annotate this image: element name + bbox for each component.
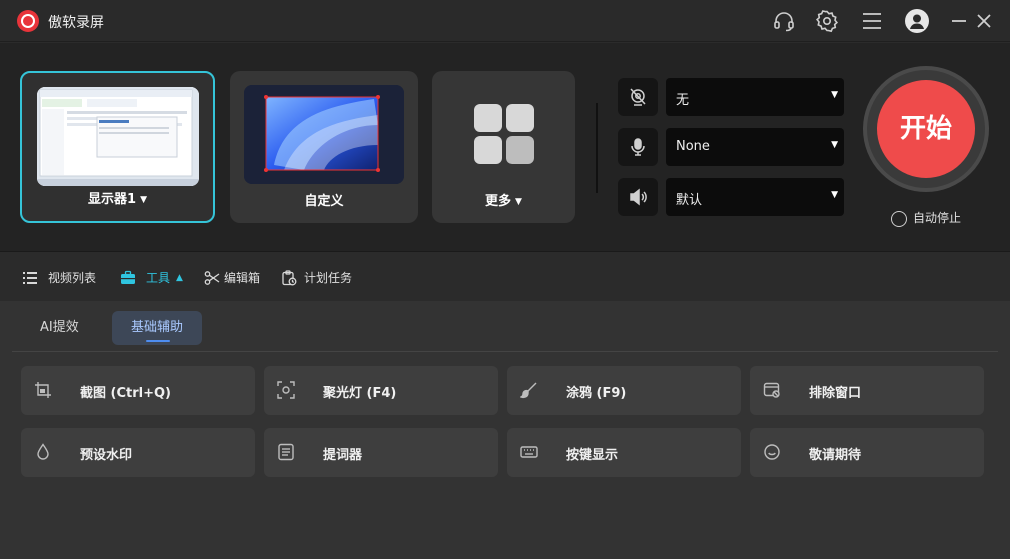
tab-basic-assist[interactable]: 基础辅助 <box>112 311 203 345</box>
speaker-select[interactable]: 默认 ▼ <box>666 178 844 216</box>
camera-select-value: 无 <box>676 93 690 108</box>
watermark-drop-icon <box>37 443 49 460</box>
scissors-icon <box>204 271 220 285</box>
caret-up-icon: ▲ <box>176 273 183 283</box>
function-nav: 视频列表 工具 ▲ 编辑箱 计划任务 <box>0 253 1010 301</box>
toolbox-icon <box>121 270 135 284</box>
minimize-icon[interactable] <box>947 9 971 33</box>
doodle-button[interactable]: 涂鸦 (F9) <box>507 366 741 415</box>
more-modes-card[interactable]: 更多 ▼ <box>432 71 575 223</box>
user-avatar-icon[interactable] <box>905 9 929 33</box>
nav-video-list[interactable]: 视频列表 <box>22 269 112 287</box>
tools-panel: AI提效 基础辅助 截图 (Ctrl+Q) 聚光灯 (F4) 涂鸦 (F9) 排… <box>0 301 1010 559</box>
start-record-button[interactable]: 开始 <box>877 80 975 178</box>
active-tab-underline <box>146 340 170 342</box>
microphone-select[interactable]: None ▼ <box>666 128 844 166</box>
dropdown-caret-icon[interactable]: ▼ <box>515 197 522 207</box>
title-bar: 傲软录屏 <box>0 0 1010 42</box>
dropdown-arrow-icon: ▼ <box>831 140 838 150</box>
key-display-button[interactable]: 按键显示 <box>507 428 741 477</box>
spotlight-icon <box>277 381 295 399</box>
dropdown-arrow-icon: ▼ <box>831 190 838 200</box>
list-icon <box>23 272 37 284</box>
divider <box>12 351 998 352</box>
auto-stop-radio[interactable] <box>891 210 907 227</box>
dropdown-caret-icon[interactable]: ▼ <box>140 195 147 205</box>
microphone-select-value: None <box>676 139 710 154</box>
custom-area-thumbnail <box>244 85 404 184</box>
spotlight-button[interactable]: 聚光灯 (F4) <box>264 366 498 415</box>
screenshot-button[interactable]: 截图 (Ctrl+Q) <box>21 366 255 415</box>
more-grid-icon <box>474 104 534 164</box>
auto-stop-option[interactable]: 自动停止 <box>891 209 961 227</box>
dropdown-arrow-icon: ▼ <box>831 90 838 100</box>
exclude-window-icon <box>763 382 780 398</box>
start-button-ring: 开始 <box>863 66 989 192</box>
auto-stop-label: 自动停止 <box>913 211 962 225</box>
teleprompter-icon <box>278 443 294 461</box>
custom-area-card[interactable]: 自定义 <box>230 71 418 223</box>
display-mode-label: 显示器1 ▼ <box>88 192 147 207</box>
custom-area-label: 自定义 <box>304 194 344 209</box>
display-thumbnail <box>37 87 199 186</box>
preset-watermark-button[interactable]: 预设水印 <box>21 428 255 477</box>
microphone-icon[interactable] <box>618 128 658 166</box>
nav-schedule[interactable]: 计划任务 <box>281 269 361 287</box>
more-modes-label: 更多 ▼ <box>485 194 522 209</box>
close-icon[interactable] <box>972 9 996 33</box>
teleprompter-button[interactable]: 提词器 <box>264 428 498 477</box>
camera-off-icon[interactable] <box>618 78 658 116</box>
coming-soon-button[interactable]: 敬请期待 <box>750 428 984 477</box>
speaker-icon[interactable] <box>618 178 658 216</box>
speaker-select-value: 默认 <box>676 193 703 208</box>
display-mode-card[interactable]: 显示器1 ▼ <box>20 71 215 223</box>
crop-icon <box>35 382 51 398</box>
exclude-window-button[interactable]: 排除窗口 <box>750 366 984 415</box>
smile-icon <box>764 444 780 460</box>
capture-area: 显示器1 ▼ 自定义 更多 ▼ 无 ▼ None ▼ 默认 ▼ 开始 自动停止 <box>0 43 1010 252</box>
nav-editor[interactable]: 编辑箱 <box>204 269 274 287</box>
keyboard-icon <box>520 446 538 458</box>
nav-tools[interactable]: 工具 ▲ <box>120 269 190 287</box>
camera-select[interactable]: 无 ▼ <box>666 78 844 116</box>
app-logo-icon <box>16 9 40 33</box>
clipboard-clock-icon <box>282 270 297 286</box>
menu-hamburger-icon[interactable] <box>860 9 884 33</box>
settings-gear-icon[interactable] <box>815 9 839 33</box>
brush-icon <box>520 382 537 399</box>
divider <box>596 103 598 193</box>
headset-support-icon[interactable] <box>772 9 796 33</box>
app-title: 傲软录屏 <box>48 15 104 31</box>
tab-ai-efficiency[interactable]: AI提效 <box>21 311 98 345</box>
